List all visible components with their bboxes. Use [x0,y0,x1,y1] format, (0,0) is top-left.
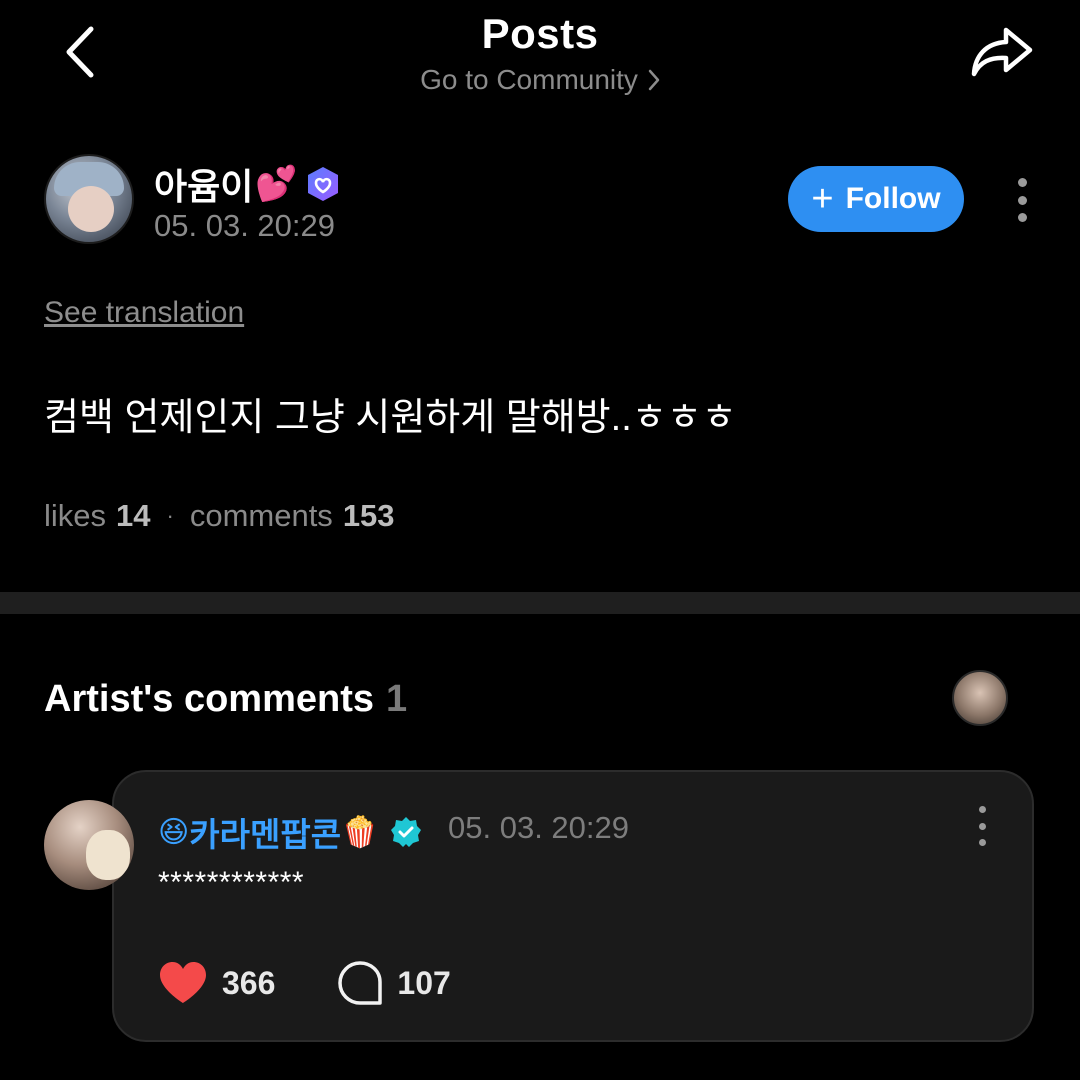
artist-avatar-small[interactable] [952,670,1008,726]
artist-comments-count: 1 [386,678,408,720]
comment-more-button[interactable] [972,806,992,846]
speech-bubble-icon [338,961,383,1005]
avatar-face-shape [68,186,114,232]
popcorn-emoji: 🍿 [341,815,379,849]
community-link-label: Go to Community [420,64,638,95]
comment-author-name: 카라멘팝콘 [189,816,342,853]
avatar-plush-shape [86,830,130,880]
author-name-text: 아윰이 [154,166,254,207]
comment-like-button[interactable]: 366 [158,961,275,1005]
stats-separator: · [166,503,174,528]
top-bar: Posts Go to Community [0,0,1080,130]
follow-label: Follow [845,182,941,215]
post-body-text: 컴백 언제인지 그냥 시원하게 말해방..ㅎㅎㅎ [44,397,737,439]
see-translation-link[interactable]: See translation [44,296,244,330]
comments-count: 153 [342,498,395,533]
more-options-button[interactable] [1000,174,1044,226]
comment-timestamp: 05. 03. 20:29 [448,810,629,845]
artist-comment-card: 😆 카라멘팝콘 🍿 05. 03. 20:29 ************ 366 1… [112,770,1034,1042]
comment-author[interactable]: 😆 카라멘팝콘 🍿 [158,808,422,856]
post-author-row: 아윰이 💕 05. 03. 20:29 + Follow [44,154,1044,246]
page-title: Posts [481,10,599,57]
artist-comments-title: Artist's comments [44,678,375,720]
laughing-emoji: 😆 [158,815,190,849]
hearts-emoji: 💕 [255,165,298,203]
share-button[interactable] [966,20,1038,84]
share-arrow-icon [971,27,1033,77]
chevron-right-icon [648,66,660,98]
post-timestamp: 05. 03. 20:29 [154,208,335,243]
heart-icon [160,962,206,1003]
dot [978,822,986,830]
comment-likes-count: 366 [222,964,276,1001]
comments-label: comments [189,498,333,533]
dot [978,839,986,846]
follow-button[interactable]: + Follow [788,166,964,232]
comment-replies-count: 107 [397,964,451,1001]
go-to-community-link[interactable]: Go to Community [0,64,1080,98]
comment-reply-button[interactable]: 107 [337,960,451,1006]
plus-icon: + [811,178,834,220]
likes-label: likes [44,498,107,533]
comment-author-avatar[interactable] [44,800,134,890]
dot [978,806,986,813]
author-name[interactable]: 아윰이 💕 [154,158,340,210]
artist-comments-header: Artist's comments 1 [44,678,407,721]
comment-text: ************ [158,866,305,899]
post-stats: likes 14 · comments 153 [44,498,395,534]
author-avatar[interactable] [44,154,134,244]
comment-actions: 366 107 [158,960,451,1006]
dot [1017,213,1027,222]
likes-count: 14 [116,498,151,533]
section-divider [0,592,1080,614]
dot [1017,195,1027,205]
artist-verified-icon [390,816,422,848]
verified-badge-icon [306,166,340,202]
dot [1017,178,1027,187]
